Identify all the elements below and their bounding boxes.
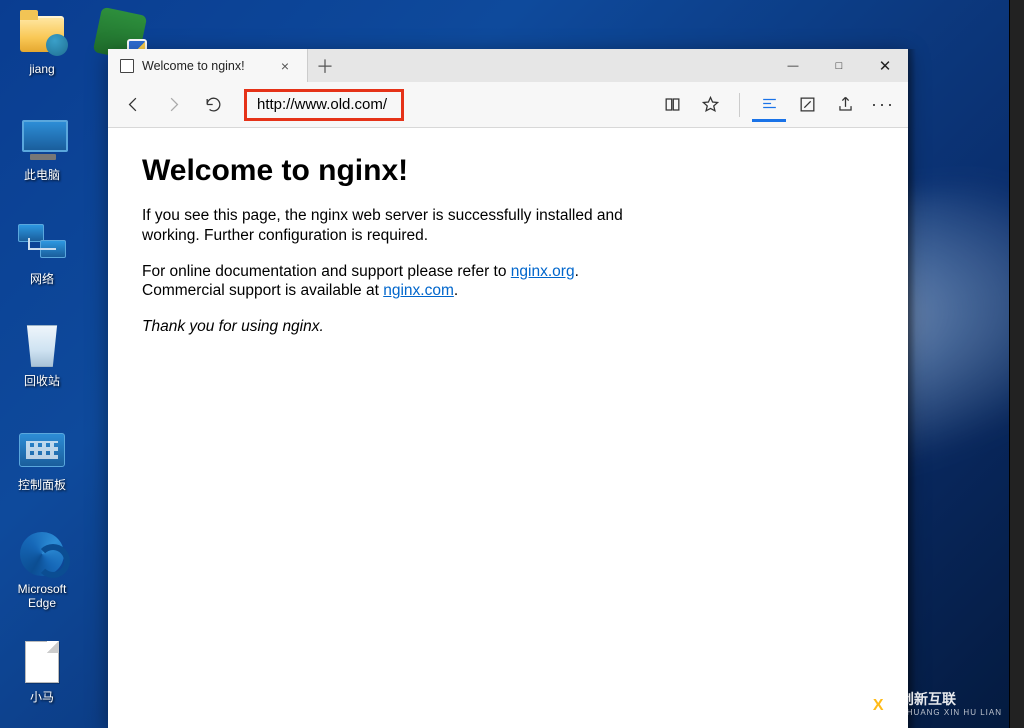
- link-nginx-com[interactable]: nginx.com: [383, 282, 454, 299]
- desktop-label: Microsoft Edge: [5, 582, 79, 610]
- desktop-icon-xiaoma[interactable]: 小马: [4, 638, 80, 704]
- desktop-label: 网络: [30, 272, 54, 286]
- folder-user-icon: [20, 16, 64, 52]
- arrow-right-icon: [164, 95, 183, 114]
- desktop-label: 小马: [30, 690, 54, 704]
- desktop-icon-network[interactable]: 网络: [4, 220, 80, 286]
- address-bar-highlight: [244, 89, 404, 121]
- separator: [739, 93, 740, 117]
- network-icon: [18, 224, 66, 264]
- paragraph-thanks: Thank you for using nginx.: [142, 317, 662, 337]
- notes-button[interactable]: [790, 88, 824, 122]
- link-nginx-org[interactable]: nginx.org: [511, 263, 575, 280]
- note-pen-icon: [798, 95, 817, 114]
- page-icon: [120, 59, 134, 73]
- share-icon: [836, 95, 855, 114]
- maximize-button[interactable]: □: [816, 49, 862, 82]
- refresh-icon: [204, 95, 223, 114]
- edge-icon: [20, 532, 64, 576]
- refresh-button[interactable]: [196, 88, 230, 122]
- address-bar[interactable]: [257, 96, 391, 113]
- hub-lines-icon: [760, 94, 779, 113]
- tab-title: Welcome to nginx!: [142, 59, 245, 73]
- tab-active[interactable]: Welcome to nginx! ×: [108, 49, 308, 82]
- close-window-button[interactable]: ✕: [862, 49, 908, 82]
- recycle-bin-icon: [24, 325, 60, 367]
- desktop-icon-user-folder[interactable]: jiang: [4, 10, 80, 76]
- watermark-text-zh: 创新互联: [900, 692, 1002, 706]
- desktop-icon-edge[interactable]: Microsoft Edge: [4, 530, 80, 610]
- share-button[interactable]: [828, 88, 862, 122]
- star-icon: [701, 95, 720, 114]
- close-tab-button[interactable]: ×: [275, 58, 295, 74]
- favorite-button[interactable]: [693, 88, 727, 122]
- back-button[interactable]: [116, 88, 150, 122]
- watermark: X 创新互联 CHUANG XIN HU LIAN: [864, 692, 1002, 720]
- control-panel-icon: [19, 433, 65, 467]
- desktop-icon-recycle-bin[interactable]: 回收站: [4, 322, 80, 388]
- forward-button[interactable]: [156, 88, 190, 122]
- desktop-label: 回收站: [24, 374, 60, 388]
- desktop-label: jiang: [29, 62, 54, 76]
- browser-window: Welcome to nginx! × ＋ — □ ✕: [108, 49, 908, 728]
- paragraph-docs: For online documentation and support ple…: [142, 262, 662, 302]
- window-controls: — □ ✕: [770, 49, 908, 82]
- more-options-button[interactable]: ···: [866, 94, 900, 115]
- page-heading: Welcome to nginx!: [142, 154, 874, 188]
- book-icon: [663, 95, 682, 114]
- paragraph-intro: If you see this page, the nginx web serv…: [142, 206, 662, 246]
- desktop-icon-control-panel[interactable]: 控制面板: [4, 426, 80, 492]
- watermark-logo-icon: X: [858, 686, 898, 726]
- new-tab-button[interactable]: ＋: [308, 49, 342, 82]
- toolbar: ···: [108, 82, 908, 128]
- reading-view-button[interactable]: [655, 88, 689, 122]
- desktop-label: 此电脑: [24, 168, 60, 182]
- desktop-icon-this-pc[interactable]: 此电脑: [4, 116, 80, 182]
- page-content: Welcome to nginx! If you see this page, …: [108, 128, 908, 728]
- computer-icon: [18, 120, 66, 160]
- arrow-left-icon: [124, 95, 143, 114]
- tab-bar: Welcome to nginx! × ＋ — □ ✕: [108, 49, 908, 82]
- hub-button[interactable]: [752, 88, 786, 122]
- minimize-button[interactable]: —: [770, 49, 816, 82]
- watermark-text-pinyin: CHUANG XIN HU LIAN: [900, 706, 1002, 720]
- text-file-icon: [25, 641, 59, 683]
- desktop-label: 控制面板: [18, 478, 66, 492]
